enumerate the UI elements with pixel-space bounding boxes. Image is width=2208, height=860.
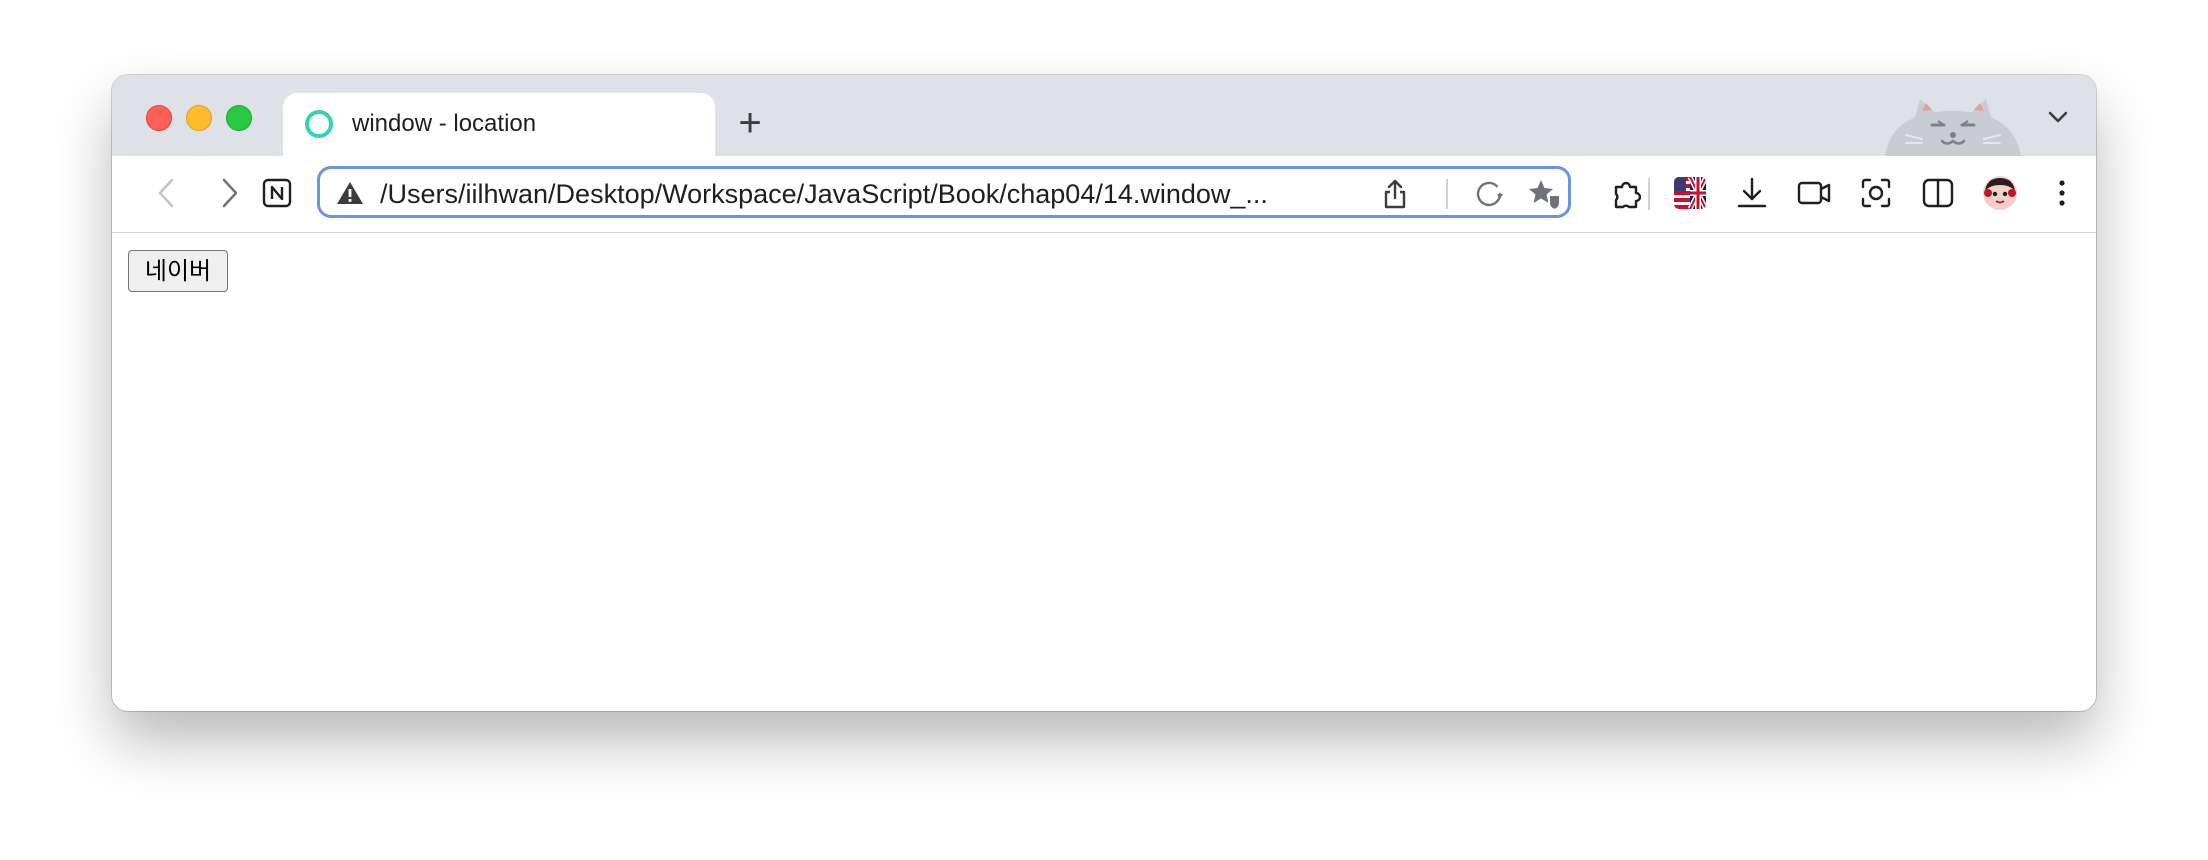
profile-button[interactable]: [1981, 174, 2019, 212]
split-view-icon: [1922, 178, 1954, 208]
browser-window: window - location + /Users/iilhwan/Deskt…: [112, 75, 2096, 711]
back-icon: [158, 178, 174, 208]
bookmark-star-icon: [1529, 180, 1561, 211]
page-content: 네이버: [112, 233, 2096, 711]
share-button[interactable]: [1377, 176, 1413, 212]
bookmark-button[interactable]: [1527, 176, 1563, 212]
url-text[interactable]: /Users/iilhwan/Desktop/Workspace/JavaScr…: [380, 179, 1360, 210]
toolbar-divider: [1648, 178, 1650, 210]
reload-icon: [1476, 181, 1503, 207]
toolbar: /Users/iilhwan/Desktop/Workspace/JavaScr…: [112, 156, 2096, 233]
naver-button[interactable]: 네이버: [128, 250, 228, 292]
translate-extension-button[interactable]: [1671, 174, 1709, 212]
video-capture-button[interactable]: [1795, 174, 1833, 212]
new-tab-button[interactable]: +: [730, 103, 770, 145]
warning-triangle-icon[interactable]: [336, 181, 364, 205]
forward-icon: [222, 178, 238, 208]
tab-strip: window - location +: [112, 75, 2096, 169]
extensions-puzzle-icon: [1614, 181, 1642, 209]
minimize-window-button[interactable]: [186, 105, 212, 131]
circle-ring-icon: [305, 110, 333, 138]
share-icon: [1384, 179, 1406, 209]
close-window-button[interactable]: [146, 105, 172, 131]
notion-icon: [262, 178, 292, 208]
download-icon: [1737, 177, 1767, 208]
downloads-button[interactable]: [1733, 174, 1771, 212]
split-view-button[interactable]: [1919, 174, 1957, 212]
desktop: window - location + /Users/iilhwan/Deskt…: [0, 0, 2208, 860]
screenshot-icon: [1861, 178, 1891, 208]
reload-button[interactable]: [1471, 176, 1507, 212]
screenshot-button[interactable]: [1857, 174, 1895, 212]
profile-avatar-icon: [1983, 176, 2017, 210]
more-menu-button[interactable]: [2043, 174, 2081, 212]
tab-active[interactable]: window - location: [283, 93, 715, 156]
tab-title: window - location: [352, 110, 537, 137]
extensions-button[interactable]: [1609, 174, 1647, 212]
translate-flag-icon: [1674, 177, 1706, 209]
zoom-window-button[interactable]: [226, 105, 252, 131]
address-bar[interactable]: /Users/iilhwan/Desktop/Workspace/JavaScr…: [317, 166, 1571, 218]
notion-extension-button[interactable]: [258, 174, 296, 212]
video-capture-icon: [1797, 181, 1831, 205]
back-button[interactable]: [148, 174, 186, 212]
omnibox-divider: [1446, 179, 1448, 209]
more-menu-icon: [2059, 180, 2065, 206]
chevron-down-icon[interactable]: [2044, 105, 2072, 129]
forward-button[interactable]: [210, 174, 248, 212]
